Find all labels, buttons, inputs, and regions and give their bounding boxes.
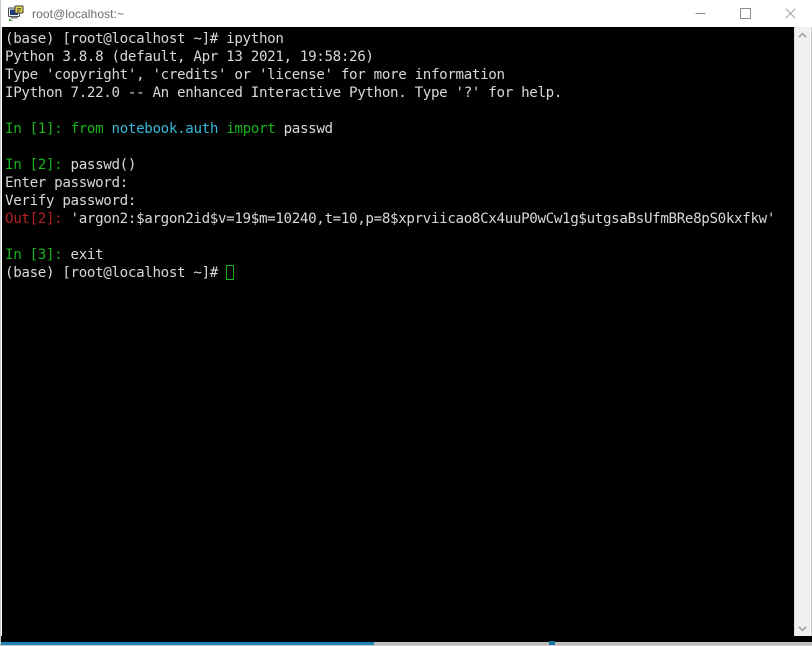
- terminal-text-span: [218, 121, 226, 137]
- terminal-text-span: [62, 121, 70, 137]
- close-button[interactable]: [768, 0, 812, 27]
- terminal-text-span: [5, 103, 13, 119]
- terminal-line: [5, 102, 775, 120]
- horizontal-scrollbar[interactable]: [1, 636, 812, 645]
- terminal-text-span: [5, 229, 13, 245]
- terminal-line: [5, 228, 775, 246]
- terminal-text-span: (base) [root@localhost ~]# ipython: [5, 31, 284, 47]
- terminal-text-span: [103, 121, 111, 137]
- putty-terminal-icon: [7, 5, 25, 23]
- terminal-text-span: passwd: [275, 121, 334, 137]
- scroll-down-arrow-icon[interactable]: [795, 620, 810, 637]
- terminal-line: Python 3.8.8 (default, Apr 13 2021, 19:5…: [5, 48, 775, 66]
- horizontal-scrollbar-thumb[interactable]: [1, 642, 374, 645]
- terminal-line: In [1]: from notebook.auth import passwd: [5, 120, 775, 138]
- vertical-scrollbar[interactable]: [794, 27, 810, 637]
- terminal-text-span: Verify password:: [5, 193, 137, 209]
- terminal-text-span: 'argon2:$argon2id$v=19$m=10240,t=10,p=8$…: [62, 211, 776, 227]
- window-title: root@localhost:~: [32, 6, 125, 21]
- terminal-text-span: notebook.auth: [111, 121, 219, 137]
- terminal-line: Enter password:: [5, 174, 775, 192]
- terminal-text-span: IPython 7.22.0 -- An enhanced Interactiv…: [5, 85, 563, 101]
- terminal-text-span: [5, 139, 13, 155]
- terminal-output: (base) [root@localhost ~]# ipython Python…: [5, 30, 775, 282]
- maximize-button[interactable]: [723, 0, 768, 27]
- terminal-line: In [2]: passwd(): [5, 156, 775, 174]
- terminal-line: In [3]: exit: [5, 246, 775, 264]
- terminal-line: Out[2]: 'argon2:$argon2id$v=19$m=10240,t…: [5, 210, 775, 228]
- terminal-line: Type 'copyright', 'credits' or 'license'…: [5, 66, 775, 84]
- terminal-line: IPython 7.22.0 -- An enhanced Interactiv…: [5, 84, 775, 102]
- horizontal-scrollbar-marker: [549, 641, 555, 645]
- terminal-text-span: Enter password:: [5, 175, 128, 191]
- title-bar[interactable]: root@localhost:~: [1, 0, 812, 27]
- terminal-window: root@localhost:~ (base) [root@localhost …: [0, 0, 812, 646]
- terminal-text-span: from: [70, 121, 104, 137]
- terminal-text-span: In [2]:: [5, 157, 63, 173]
- terminal-cursor: [226, 265, 235, 280]
- terminal-text-span: Type 'copyright', 'credits' or 'license'…: [5, 67, 505, 83]
- terminal-text-span: (base) [root@localhost ~]#: [5, 265, 227, 281]
- terminal-line: [5, 138, 775, 156]
- terminal-text-span: In [3]:: [5, 247, 63, 263]
- terminal-screen[interactable]: (base) [root@localhost ~]# ipython Python…: [2, 27, 796, 637]
- terminal-text-span: In [1]:: [5, 121, 63, 137]
- terminal-text-span: Python 3.8.8 (default, Apr 13 2021, 19:5…: [5, 49, 374, 65]
- window-controls: [678, 0, 812, 27]
- minimize-button[interactable]: [678, 0, 723, 27]
- terminal-text-span: Out[2]:: [5, 211, 63, 227]
- terminal-line: (base) [root@localhost ~]# ipython: [5, 30, 775, 48]
- terminal-text-span: exit: [62, 247, 104, 263]
- scroll-up-arrow-icon[interactable]: [795, 27, 810, 44]
- terminal-line: Verify password:: [5, 192, 775, 210]
- terminal-text-span: passwd(): [62, 157, 137, 173]
- terminal-text-span: import: [226, 121, 276, 137]
- terminal-line: (base) [root@localhost ~]#: [5, 264, 775, 282]
